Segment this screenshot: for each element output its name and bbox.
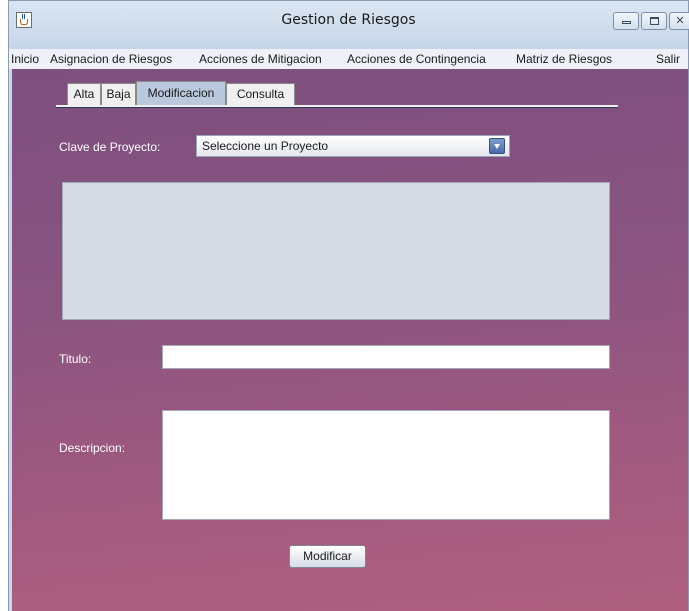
minimize-button[interactable] — [613, 12, 639, 30]
menu-item-acciones-de-mitigacion[interactable]: Acciones de Mitigacion — [199, 52, 322, 66]
app-window: Gestion de Riesgos ✕ Inicio Asignacion d… — [8, 0, 689, 611]
tab-modificacion[interactable]: Modificacion — [136, 81, 226, 105]
tab-strip-divider — [56, 105, 618, 108]
title-bar[interactable]: Gestion de Riesgos ✕ — [9, 1, 689, 49]
proyecto-select-value: Seleccione un Proyecto — [202, 139, 329, 153]
maximize-icon — [650, 17, 659, 25]
chevron-down-icon[interactable] — [489, 138, 505, 154]
close-button[interactable]: ✕ — [669, 12, 689, 30]
minimize-icon — [622, 21, 631, 24]
menu-item-salir[interactable]: Salir — [656, 52, 680, 66]
menu-item-inicio[interactable]: Inicio — [11, 52, 39, 66]
close-icon: ✕ — [675, 15, 685, 27]
window-title: Gestion de Riesgos — [281, 12, 416, 28]
descripcion-field[interactable] — [162, 410, 610, 520]
main-panel: Alta Baja Modificacion Consulta Clave de… — [12, 69, 688, 611]
menu-item-acciones-de-contingencia[interactable]: Acciones de Contingencia — [347, 52, 486, 66]
descripcion-label: Descripcion: — [59, 441, 126, 455]
modificar-button[interactable]: Modificar — [289, 545, 366, 568]
proyecto-select[interactable]: Seleccione un Proyecto — [196, 135, 510, 157]
titulo-label: Titulo: — [59, 352, 92, 366]
maximize-button[interactable] — [641, 12, 667, 30]
menu-item-matriz-de-riesgos[interactable]: Matriz de Riesgos — [516, 52, 612, 66]
tab-consulta[interactable]: Consulta — [226, 83, 295, 105]
proyecto-detail-list[interactable] — [62, 182, 610, 320]
titulo-field[interactable] — [162, 345, 610, 369]
clave-proyecto-label: Clave de Proyecto: — [59, 140, 161, 154]
tab-baja[interactable]: Baja — [101, 83, 136, 105]
tab-alta[interactable]: Alta — [67, 83, 101, 105]
menu-bar: Inicio Asignacion de Riesgos Acciones de… — [9, 49, 688, 69]
menu-item-asignacion-de-riesgos[interactable]: Asignacion de Riesgos — [50, 52, 172, 66]
